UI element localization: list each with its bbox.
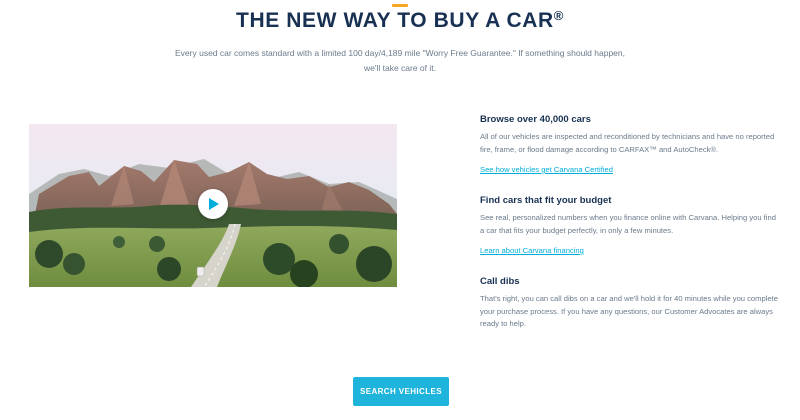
registered-mark: ® — [553, 8, 564, 23]
feature-browse: Browse over 40,000 cars All of our vehic… — [480, 114, 780, 177]
carvana-financing-link[interactable]: Learn about Carvana financing — [480, 246, 584, 255]
play-button[interactable] — [198, 189, 228, 219]
headline-accent-bar — [392, 4, 408, 7]
search-vehicles-button[interactable]: SEARCH VEHICLES — [353, 377, 449, 406]
play-icon — [209, 198, 219, 210]
feature-title: Find cars that fit your budget — [480, 195, 612, 206]
page-title: THE NEW WAY TO BUY A CAR® — [0, 8, 800, 33]
feature-title: Call dibs — [480, 276, 520, 287]
feature-description: All of our vehicles are inspected and re… — [480, 132, 775, 154]
feature-call-dibs: Call dibs That's right, you can call dib… — [480, 276, 780, 331]
feature-description: That's right, you can call dibs on a car… — [480, 294, 778, 328]
page-title-text: THE NEW WAY TO BUY A CAR — [236, 9, 554, 32]
feature-title: Browse over 40,000 cars — [480, 114, 591, 125]
feature-budget: Find cars that fit your budget See real,… — [480, 195, 780, 258]
feature-description: See real, personalized numbers when you … — [480, 213, 776, 235]
guarantee-subtitle: Every used car comes standard with a lim… — [175, 48, 625, 73]
carvana-certified-link[interactable]: See how vehicles get Carvana Certified — [480, 165, 613, 174]
